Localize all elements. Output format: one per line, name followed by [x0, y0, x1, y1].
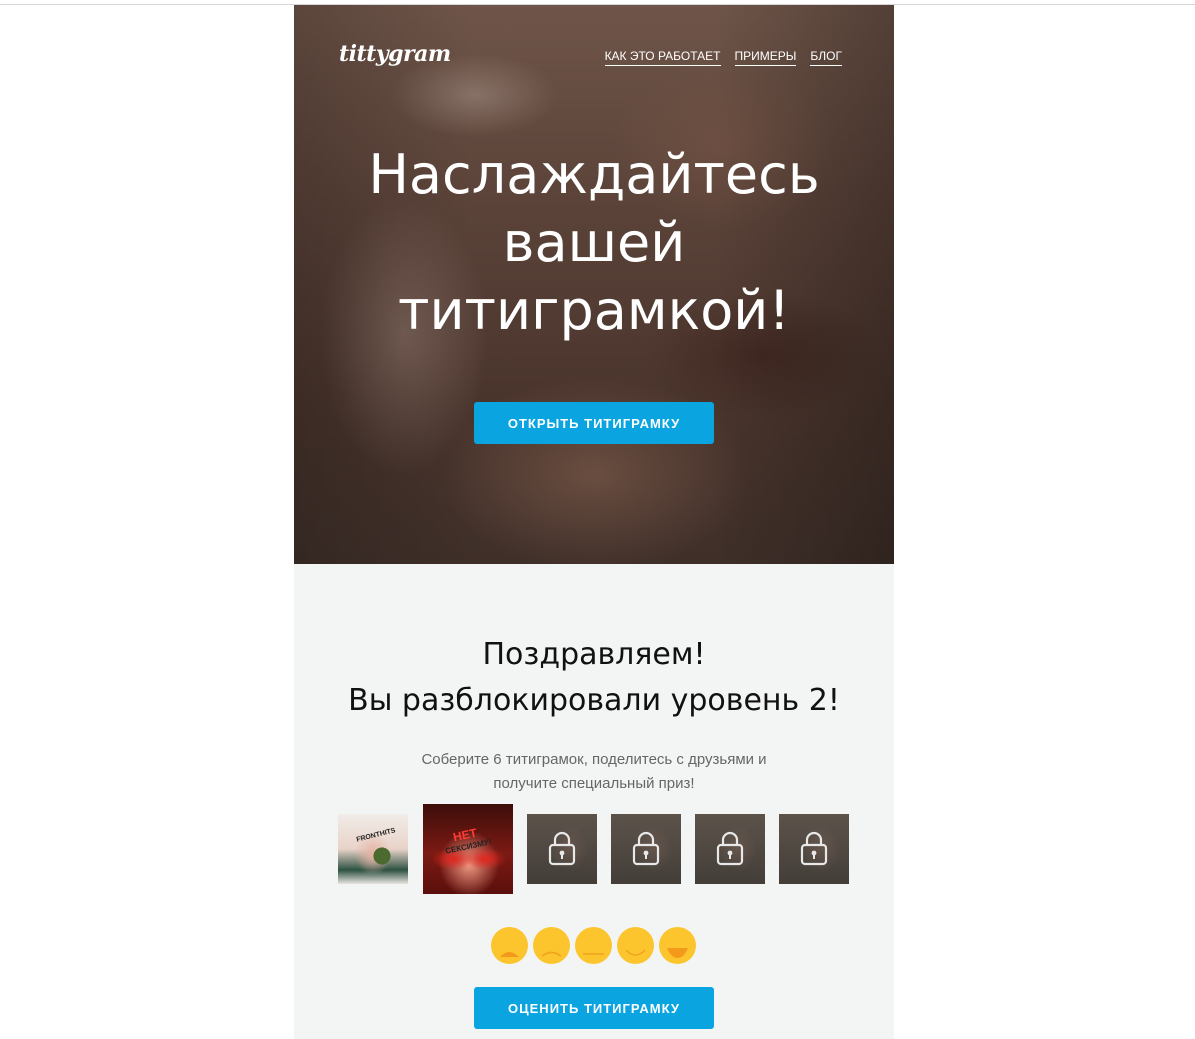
hero-title-line: вашей: [502, 211, 686, 274]
hero-banner: tittygram КАК ЭТО РАБОТАЕТ ПРИМЕРЫ БЛОГ …: [294, 5, 894, 564]
sad-face-icon[interactable]: [533, 927, 570, 964]
level-section: Поздравляем! Вы разблокировали уровень 2…: [294, 564, 894, 1039]
nav-link-blog[interactable]: БЛОГ: [810, 49, 842, 66]
locked-photo-3: [527, 814, 597, 884]
lock-icon: [800, 831, 828, 866]
lock-icon: [632, 831, 660, 866]
laugh-face-icon[interactable]: [659, 927, 696, 964]
lock-icon: [548, 831, 576, 866]
locked-photo-6: [779, 814, 849, 884]
rate-tittygram-button[interactable]: ОЦЕНИТЬ ТИТИГРАМКУ: [474, 987, 714, 1029]
hero-title-line: титиграмкой!: [398, 279, 790, 342]
hero-title-line: Наслаждайтесь: [368, 143, 820, 206]
nav-link-examples[interactable]: ПРИМЕРЫ: [734, 49, 797, 66]
level-subtitle: Соберите 6 титиграмок, поделитесь с друз…: [394, 748, 794, 796]
collection-gallery: FRONTHITS НЕТ СЕКСИЗМУ!: [338, 804, 858, 894]
subtitle-line: Соберите 6 титиграмок, поделитесь с друз…: [421, 751, 767, 768]
collected-photo-2[interactable]: НЕТ СЕКСИЗМУ!: [423, 804, 513, 894]
smile-face-icon[interactable]: [617, 927, 654, 964]
nav-link-how-it-works[interactable]: КАК ЭТО РАБОТАЕТ: [604, 49, 721, 66]
congrats-line: Поздравляем!: [482, 637, 706, 672]
subtitle-line: получите специальный приз!: [493, 775, 695, 792]
photo-caption: FRONTHITS: [355, 827, 397, 844]
level-unlocked-line: Вы разблокировали уровень 2!: [348, 683, 840, 718]
rating-scale: [491, 927, 696, 964]
level-title: Поздравляем! Вы разблокировали уровень 2…: [294, 632, 894, 724]
email-body: tittygram КАК ЭТО РАБОТАЕТ ПРИМЕРЫ БЛОГ …: [294, 5, 894, 1039]
locked-photo-5: [695, 814, 765, 884]
open-tittygram-button[interactable]: ОТКРЫТЬ ТИТИГРАМКУ: [474, 402, 714, 444]
neutral-face-icon[interactable]: [575, 927, 612, 964]
tittygram-logo[interactable]: tittygram: [339, 41, 451, 67]
collected-photo-1[interactable]: FRONTHITS: [338, 814, 408, 884]
locked-photo-4: [611, 814, 681, 884]
top-nav: КАК ЭТО РАБОТАЕТ ПРИМЕРЫ БЛОГ: [604, 49, 842, 66]
lock-icon: [716, 831, 744, 866]
very-sad-face-icon[interactable]: [491, 927, 528, 964]
hero-title: Наслаждайтесь вашей титиграмкой!: [294, 141, 894, 345]
